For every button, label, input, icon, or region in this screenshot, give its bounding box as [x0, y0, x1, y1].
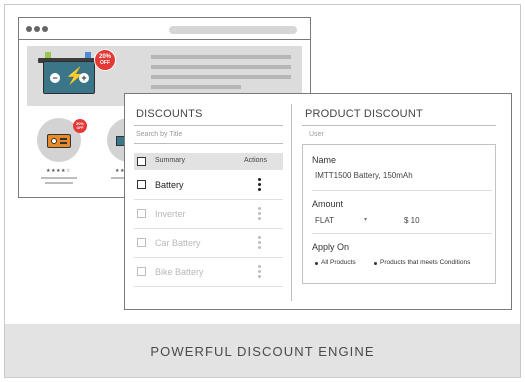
section-divider: [302, 125, 496, 126]
browser-title-bar: [19, 18, 310, 40]
window-dot-icon: [26, 26, 32, 32]
text-placeholder-line: [151, 65, 291, 69]
row-checkbox[interactable]: [137, 180, 146, 189]
text-placeholder-line: [111, 177, 125, 179]
row-actions-icon[interactable]: [258, 178, 261, 193]
discount-badge: 20% OFF: [94, 49, 116, 71]
column-divider: [291, 104, 292, 301]
rating-stars-icon: ★★★★☆: [46, 168, 71, 174]
search-underline: [134, 143, 283, 144]
discount-panel: DISCOUNTS Search by Title Summary Action…: [124, 93, 512, 310]
caption-bar: POWERFUL DISCOUNT ENGINE: [5, 324, 520, 377]
discount-row-label[interactable]: Bike Battery: [155, 267, 204, 277]
row-checkbox[interactable]: [137, 238, 146, 247]
row-checkbox[interactable]: [137, 209, 146, 218]
select-all-checkbox[interactable]: [137, 157, 146, 166]
text-placeholder-line: [45, 182, 73, 184]
chevron-down-icon[interactable]: ▾: [364, 216, 367, 223]
caption-text: POWERFUL DISCOUNT ENGINE: [150, 344, 375, 359]
name-label: Name: [312, 155, 337, 165]
radio-all-products[interactable]: [315, 262, 318, 265]
battery-icon: − ⚡ +: [43, 61, 95, 94]
discount-form-card: Name IMTT1500 Battery, 150mAh Amount FLA…: [302, 144, 496, 284]
row-checkbox[interactable]: [137, 267, 146, 276]
text-placeholder-line: [151, 75, 291, 79]
row-actions-icon[interactable]: [258, 236, 261, 251]
badge-off: OFF: [76, 126, 84, 130]
product-discount-badge: 20% OFF: [73, 119, 87, 133]
radio-conditions[interactable]: [374, 262, 377, 265]
amount-type-select[interactable]: FLAT: [315, 216, 334, 225]
field-divider: [312, 233, 492, 234]
row-actions-icon[interactable]: [258, 265, 261, 280]
apply-on-label: Apply On: [312, 242, 350, 252]
discount-row-label[interactable]: Car Battery: [155, 238, 201, 248]
window-dot-icon: [42, 26, 48, 32]
badge-off: OFF: [100, 60, 110, 66]
list-header: Summary Actions: [134, 153, 283, 170]
window-dot-icon: [34, 26, 40, 32]
column-summary: Summary: [155, 157, 185, 164]
row-divider: [134, 199, 283, 200]
row-divider: [134, 228, 283, 229]
address-bar: [169, 26, 297, 34]
amount-value-field[interactable]: $ 10: [404, 216, 420, 225]
column-actions: Actions: [244, 157, 267, 164]
row-divider: [134, 286, 283, 287]
text-placeholder-line: [151, 55, 291, 59]
user-field[interactable]: User: [309, 131, 324, 138]
field-divider: [312, 190, 492, 191]
discounts-title: DISCOUNTS: [136, 108, 203, 120]
row-actions-icon[interactable]: [258, 207, 261, 222]
discount-row-label[interactable]: Battery: [155, 180, 184, 190]
row-divider: [134, 257, 283, 258]
inverter-icon: [47, 134, 71, 148]
product-discount-title: PRODUCT DISCOUNT: [305, 108, 423, 120]
battery-plus-icon: +: [79, 73, 89, 83]
amount-label: Amount: [312, 199, 344, 209]
option-all-products[interactable]: All Products: [321, 259, 356, 266]
discount-row-label[interactable]: Inverter: [155, 209, 186, 219]
option-conditions[interactable]: Products that meets Conditions: [380, 259, 470, 266]
battery-minus-icon: −: [50, 73, 60, 83]
section-divider: [134, 125, 283, 126]
text-placeholder-line: [151, 85, 241, 89]
name-field[interactable]: IMTT1500 Battery, 150mAh: [315, 171, 413, 180]
search-input[interactable]: Search by Title: [136, 131, 182, 138]
text-placeholder-line: [41, 177, 77, 179]
